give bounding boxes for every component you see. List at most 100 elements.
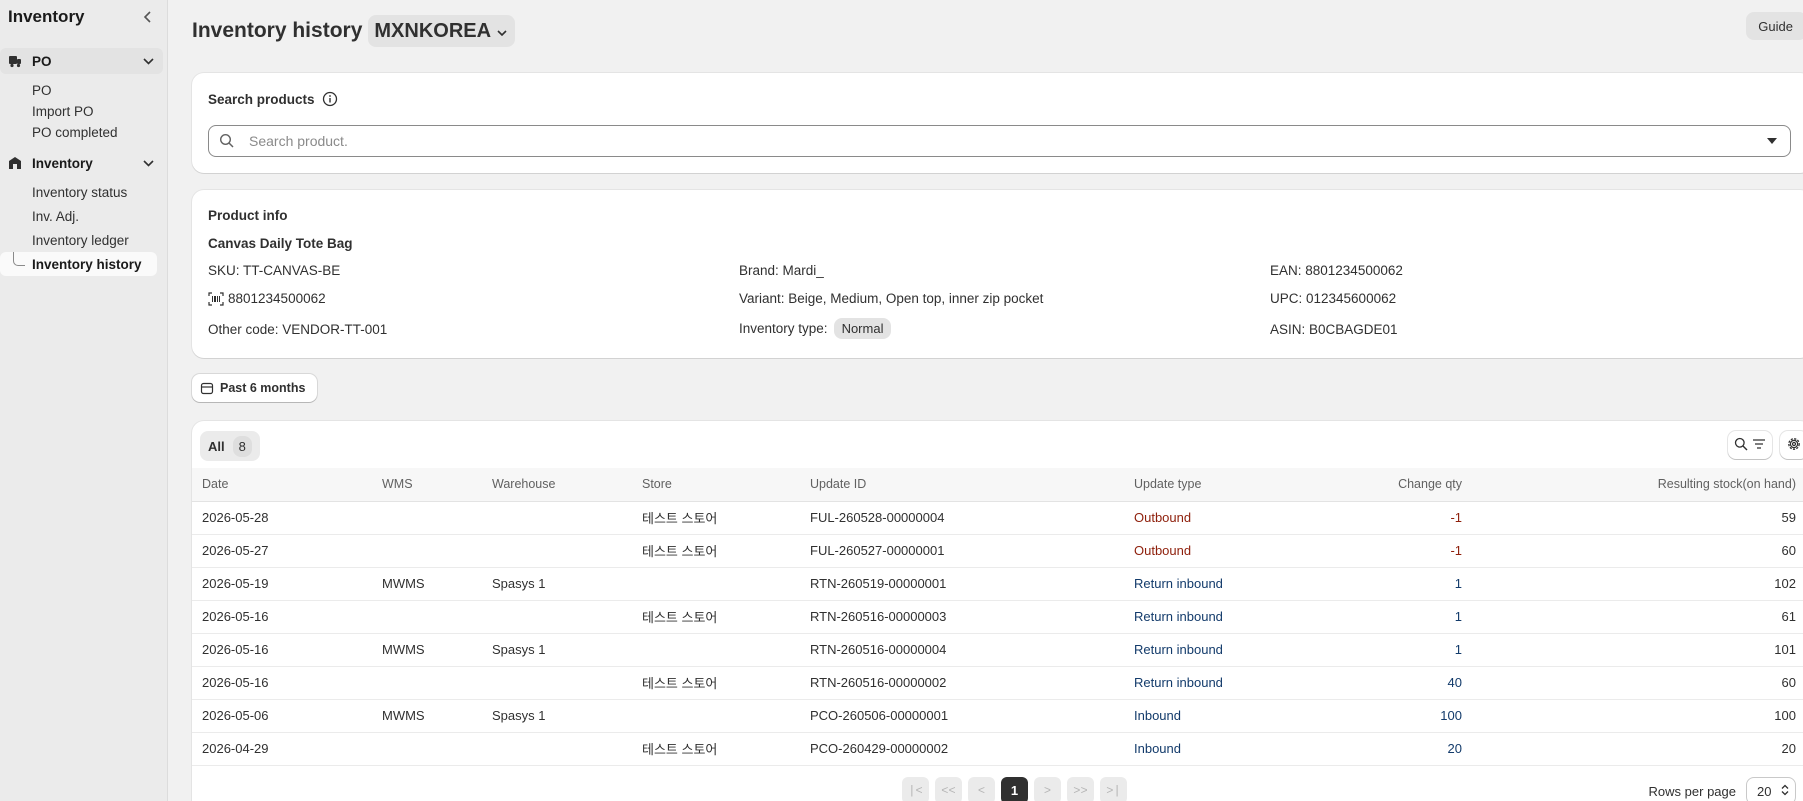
main-content: Inventory history MXNKOREA Guide Search … (168, 0, 1803, 801)
sidebar-item-inventory-ledger[interactable]: Inventory ledger (0, 228, 157, 252)
tab-all[interactable]: All 8 (200, 431, 260, 461)
cell-wms (372, 501, 482, 535)
cell-warehouse (482, 534, 632, 568)
table-row[interactable]: 2026-05-19 MWMS Spasys 1 RTN-260519-0000… (192, 567, 1803, 601)
page-1-button[interactable]: 1 (1001, 777, 1028, 801)
table-row[interactable]: 2026-05-27 테스트 스토어 FUL-260527-00000001 O… (192, 534, 1803, 568)
cell-wms (372, 732, 482, 766)
cell-update-type: Return inbound (1124, 633, 1302, 667)
column-header-store[interactable]: Store (632, 468, 800, 502)
cell-change-qty: -1 (1302, 501, 1472, 535)
inventory-history-table-card: All 8 Date WMS Warehouse Store Update ID… (192, 421, 1803, 801)
table-row[interactable]: 2026-04-29 테스트 스토어 PCO-260429-00000002 I… (192, 732, 1803, 766)
table-row[interactable]: 2026-05-16 테스트 스토어 RTN-260516-00000002 R… (192, 666, 1803, 700)
cell-resulting-stock: 101 (1472, 633, 1803, 667)
cell-update-type: Return inbound (1124, 666, 1302, 700)
column-header-change-qty[interactable]: Change qty (1302, 468, 1472, 502)
cell-warehouse (482, 732, 632, 766)
column-header-update-type[interactable]: Update type (1124, 468, 1302, 502)
cell-warehouse (482, 501, 632, 535)
sidebar-group-po[interactable]: PO (0, 48, 163, 74)
product-info-card: Product info Canvas Daily Tote Bag SKU: … (192, 190, 1803, 358)
cell-date: 2026-05-16 (192, 666, 372, 700)
search-product-input[interactable] (249, 133, 1764, 149)
cell-wms: MWMS (372, 567, 482, 601)
store-selector[interactable]: MXNKOREA (368, 15, 516, 47)
date-range-button[interactable]: Past 6 months (192, 374, 318, 402)
cell-update-id: PCO-260429-00000002 (800, 732, 1124, 766)
cell-store: 테스트 스토어 (632, 534, 800, 568)
cell-date: 2026-05-16 (192, 600, 372, 634)
cell-date: 2026-05-28 (192, 501, 372, 535)
search-icon (219, 133, 235, 149)
cell-store: 테스트 스토어 (632, 732, 800, 766)
cell-update-type: Outbound (1124, 501, 1302, 535)
rows-per-page-select[interactable]: 20 (1746, 777, 1796, 801)
rows-per-page: Rows per page 20 (1649, 777, 1796, 801)
cell-wms (372, 666, 482, 700)
search-product-combobox[interactable] (208, 125, 1791, 157)
chevron-up-down-icon (1781, 784, 1789, 799)
cell-update-type: Outbound (1124, 534, 1302, 568)
sidebar-item-po-completed[interactable]: PO completed (0, 120, 157, 144)
barcode-icon (208, 291, 224, 306)
column-header-warehouse[interactable]: Warehouse (482, 468, 632, 502)
cell-update-type: Inbound (1124, 732, 1302, 766)
cell-update-id: FUL-260528-00000004 (800, 501, 1124, 535)
table-row[interactable]: 2026-05-16 MWMS Spasys 1 RTN-260516-0000… (192, 633, 1803, 667)
calendar-icon (200, 381, 214, 395)
cell-change-qty: -1 (1302, 534, 1472, 568)
column-header-resulting-stock[interactable]: Resulting stock(on hand) (1472, 468, 1803, 502)
column-header-update-id[interactable]: Update ID (800, 468, 1124, 502)
collapse-sidebar-icon[interactable] (139, 8, 157, 26)
sidebar-item-inventory-status[interactable]: Inventory status (0, 180, 157, 204)
table-row[interactable]: 2026-05-06 MWMS Spasys 1 PCO-260506-0000… (192, 699, 1803, 733)
cell-resulting-stock: 61 (1472, 600, 1803, 634)
cell-change-qty: 1 (1302, 633, 1472, 667)
info-icon[interactable] (322, 91, 338, 107)
sidebar-group-inventory[interactable]: Inventory (0, 150, 163, 176)
sidebar-item-inventory-history[interactable]: Inventory history (0, 252, 157, 276)
cell-change-qty: 40 (1302, 666, 1472, 700)
product-other-code: Other code: VENDOR-TT-001 (208, 322, 388, 337)
guide-button[interactable]: Guide (1746, 12, 1803, 40)
cell-store: 테스트 스토어 (632, 501, 800, 535)
table-settings-button[interactable] (1780, 431, 1803, 459)
sidebar: Inventory PO PO Import PO PO completed I… (0, 0, 168, 801)
cell-update-id: RTN-260519-00000001 (800, 567, 1124, 601)
cell-warehouse (482, 600, 632, 634)
search-filter-button[interactable] (1728, 431, 1772, 459)
filter-icon (1752, 437, 1766, 454)
cell-resulting-stock: 20 (1472, 732, 1803, 766)
column-header-wms[interactable]: WMS (372, 468, 482, 502)
product-ean: EAN: 8801234500062 (1270, 263, 1403, 278)
sidebar-item-inv-adj[interactable]: Inv. Adj. (0, 204, 157, 228)
tree-connector (13, 252, 25, 266)
prev-page-button[interactable]: < (968, 777, 995, 801)
cell-date: 2026-04-29 (192, 732, 372, 766)
product-sku: SKU: TT-CANVAS-BE (208, 263, 341, 278)
cell-change-qty: 20 (1302, 732, 1472, 766)
cell-warehouse (482, 666, 632, 700)
dropdown-arrow-icon[interactable] (1764, 133, 1780, 149)
prev-many-page-button[interactable]: << (935, 777, 962, 801)
product-brand: Brand: Mardi_ (739, 263, 824, 278)
last-page-button[interactable]: >| (1100, 777, 1127, 801)
product-upc: UPC: 012345600062 (1270, 291, 1397, 306)
next-many-page-button[interactable]: >> (1067, 777, 1094, 801)
rows-per-page-label: Rows per page (1648, 783, 1736, 799)
sidebar-group-label: PO (32, 53, 52, 69)
warehouse-icon (8, 156, 22, 170)
pagination: |< << < 1 > >> >| (902, 777, 1127, 801)
first-page-button[interactable]: |< (902, 777, 929, 801)
cell-resulting-stock: 59 (1472, 501, 1803, 535)
table-row[interactable]: 2026-05-16 테스트 스토어 RTN-260516-00000003 R… (192, 600, 1803, 634)
next-page-button[interactable]: > (1034, 777, 1061, 801)
table-row[interactable]: 2026-05-28 테스트 스토어 FUL-260528-00000004 O… (192, 501, 1803, 535)
page-title: Inventory history (192, 19, 363, 42)
product-name: Canvas Daily Tote Bag (208, 236, 353, 251)
product-variant: Variant: Beige, Medium, Open top, inner … (739, 291, 1044, 306)
cell-update-id: RTN-260516-00000002 (800, 666, 1124, 700)
column-header-date[interactable]: Date (192, 468, 372, 502)
truck-icon (8, 54, 22, 68)
